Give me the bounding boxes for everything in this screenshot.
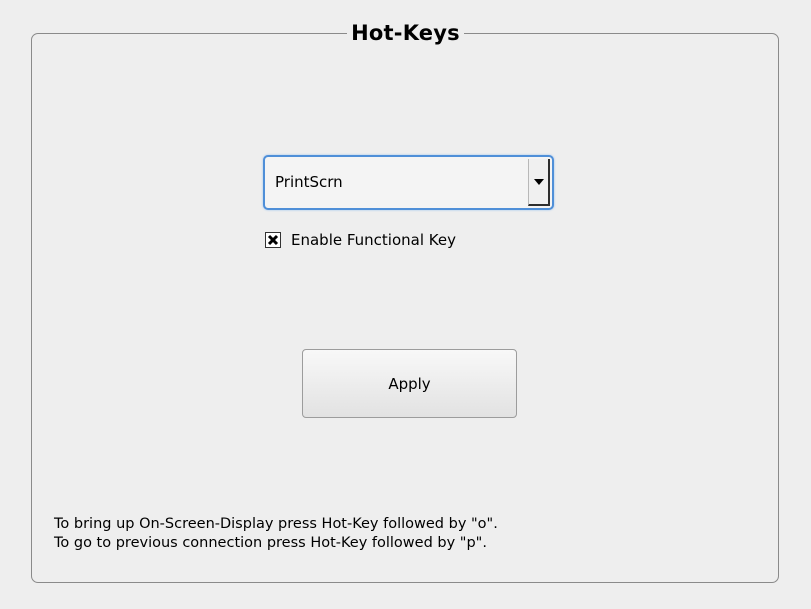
check-x-icon	[267, 234, 279, 246]
info-text: To bring up On-Screen-Display press Hot-…	[54, 515, 498, 553]
info-line-previous-connection: To go to previous connection press Hot-K…	[54, 535, 487, 551]
apply-button[interactable]: Apply	[302, 349, 517, 418]
triangle-down-icon	[533, 178, 544, 185]
hotkeys-groupbox	[31, 33, 779, 583]
hotkey-select[interactable]: PrintScrn	[263, 155, 554, 210]
dropdown-arrow-button[interactable]	[528, 159, 550, 206]
enable-functional-key-label: Enable Functional Key	[291, 231, 456, 249]
enable-functional-key-checkbox[interactable]	[265, 232, 281, 248]
info-line-osd: To bring up On-Screen-Display press Hot-…	[54, 516, 498, 532]
hotkey-select-value: PrintScrn	[275, 173, 343, 191]
enable-functional-key-row[interactable]: Enable Functional Key	[265, 231, 456, 249]
